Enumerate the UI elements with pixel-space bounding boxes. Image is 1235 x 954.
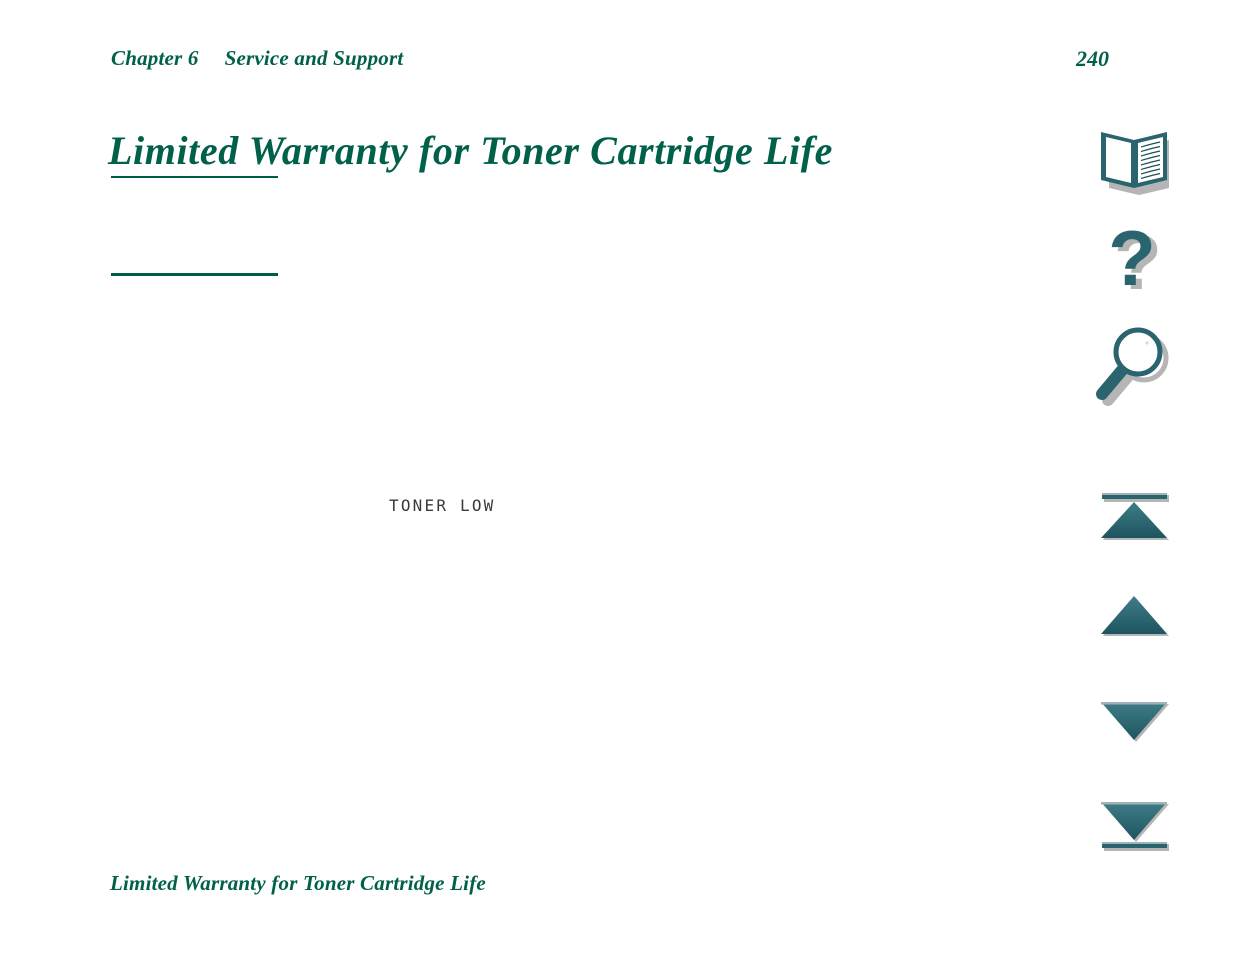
svg-text:?: ?	[1108, 214, 1156, 302]
chapter-title: Service and Support	[224, 46, 404, 70]
page-number: 240	[1076, 46, 1109, 71]
section-rule-top	[111, 176, 278, 178]
question-mark-icon[interactable]: ? ?	[1085, 214, 1185, 308]
book-icon[interactable]	[1085, 118, 1185, 200]
chapter-label: Chapter 6	[111, 46, 199, 70]
last-page-icon[interactable]	[1085, 796, 1185, 858]
document-page: Chapter 6 Service and Support 240 Limited…	[0, 0, 1235, 954]
previous-page-icon[interactable]	[1085, 591, 1185, 646]
running-header: Chapter 6 Service and Support	[111, 46, 403, 71]
navigation-sidebar: ? ?	[1085, 118, 1195, 858]
next-page-icon[interactable]	[1085, 696, 1185, 751]
page-title: Limited Warranty for Toner Cartridge Lif…	[108, 127, 833, 173]
first-page-icon[interactable]	[1085, 488, 1185, 548]
magnifying-glass-icon[interactable]	[1085, 326, 1185, 412]
section-rule-bottom	[111, 273, 278, 276]
control-panel-message: TONER LOW	[389, 496, 496, 515]
footer-title: Limited Warranty for Toner Cartridge Lif…	[110, 871, 486, 895]
